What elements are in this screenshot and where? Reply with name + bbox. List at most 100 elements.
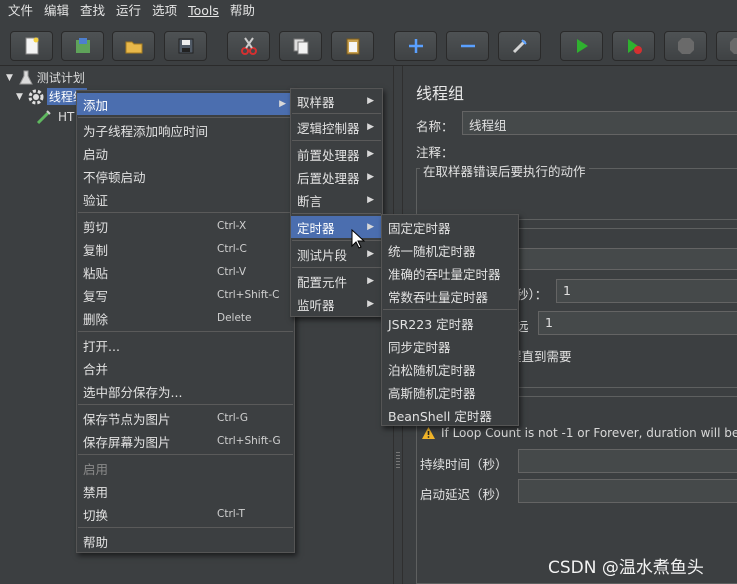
collapse-icon[interactable] — [446, 31, 489, 61]
menu-item-label: 高斯随机定时器 — [388, 385, 476, 401]
submenu-item-config-element[interactable]: 配置元件 ▶ — [291, 270, 382, 292]
menu-run[interactable]: 运行 — [112, 0, 148, 22]
duration-field[interactable] — [518, 449, 737, 473]
menu-item-label: 保存节点为图片 — [83, 411, 171, 427]
menu-item-start[interactable]: 启动 — [77, 142, 294, 164]
menu-item-save-node-as-image[interactable]: 保存节点为图片 Ctrl-G — [77, 407, 294, 429]
menu-item-help[interactable]: 帮助 — [77, 530, 294, 552]
expand-icon[interactable] — [394, 31, 437, 61]
menu-tools[interactable]: Tools — [184, 0, 226, 22]
timer-item-poisson-random[interactable]: 泊松随机定时器 — [382, 358, 518, 380]
menu-file[interactable]: 文件 — [4, 0, 40, 22]
timer-item-uniform-random[interactable]: 统一随机定时器 — [382, 239, 518, 261]
menu-item-save-screen-as-image[interactable]: 保存屏幕为图片 Ctrl+Shift-G — [77, 430, 294, 452]
timer-item-jsr223[interactable]: JSR223 定时器 — [382, 312, 518, 334]
timer-item-constant[interactable]: 固定定时器 — [382, 216, 518, 238]
submenu-arrow-icon: ▶ — [367, 276, 374, 286]
menu-item-paste[interactable]: 粘贴 Ctrl-V — [77, 261, 294, 283]
new-icon[interactable] — [10, 31, 53, 61]
error-action-legend: 在取样器错误后要执行的动作 — [420, 161, 589, 180]
gear-icon — [28, 89, 44, 104]
menu-separator — [292, 267, 381, 268]
ramp-up-field[interactable]: 1 — [556, 279, 737, 303]
menu-item-save-selection-as[interactable]: 选中部分保存为... — [77, 380, 294, 402]
menu-item-add-response-time[interactable]: 为子线程添加响应时间 — [77, 119, 294, 141]
menu-item-label: 统一随机定时器 — [388, 243, 476, 259]
name-field[interactable]: 线程组 — [462, 111, 737, 135]
open-icon[interactable] — [112, 31, 155, 61]
menu-edit[interactable]: 编辑 — [40, 0, 76, 22]
save-icon[interactable] — [164, 31, 207, 61]
stop-icon[interactable] — [664, 31, 707, 61]
submenu-item-assertion[interactable]: 断言 ▶ — [291, 189, 382, 211]
timer-item-precise-throughput[interactable]: 准确的吞吐量定时器 — [382, 262, 518, 284]
paste-icon[interactable] — [331, 31, 374, 61]
menu-item-label: 前置处理器 — [297, 147, 360, 163]
submenu-arrow-icon: ▶ — [367, 195, 374, 205]
menu-item-label: 固定定时器 — [388, 220, 451, 236]
menu-separator — [78, 117, 293, 118]
comment-field[interactable] — [456, 139, 737, 157]
menu-item-open[interactable]: 打开... — [77, 334, 294, 356]
submenu-arrow-icon: ▶ — [367, 299, 374, 309]
cut-icon[interactable] — [227, 31, 270, 61]
menu-item-start-no-pause[interactable]: 不停顿启动 — [77, 165, 294, 187]
menu-item-cut[interactable]: 剪切 Ctrl-X — [77, 215, 294, 237]
submenu-item-timer[interactable]: 定时器 ▶ — [291, 216, 382, 238]
menu-item-label: 启用 — [83, 461, 109, 477]
submenu-item-sampler[interactable]: 取样器 ▶ — [291, 90, 382, 112]
submenu-arrow-icon: ▶ — [367, 222, 374, 232]
menu-separator — [78, 331, 293, 332]
menu-item-copy[interactable]: 复制 Ctrl-C — [77, 238, 294, 260]
menu-item-label: 粘贴 — [83, 265, 109, 281]
menu-item-merge[interactable]: 合并 — [77, 357, 294, 379]
warning-icon — [422, 427, 435, 439]
expanded-arrow-icon[interactable]: ▼ — [6, 73, 13, 83]
timer-item-synchronizing[interactable]: 同步定时器 — [382, 335, 518, 357]
shortcut-label: Ctrl+Shift-G — [217, 435, 281, 447]
loop-count-field[interactable]: 1 — [538, 311, 737, 335]
menu-item-label: 删除 — [83, 311, 109, 327]
startup-delay-field[interactable] — [518, 479, 737, 503]
toggle-icon[interactable] — [498, 31, 541, 61]
submenu-arrow-icon: ▶ — [279, 99, 286, 109]
menu-item-add[interactable]: 添加 ▶ — [77, 93, 294, 115]
shutdown-icon[interactable] — [716, 31, 737, 61]
menu-options[interactable]: 选项 — [148, 0, 184, 22]
menu-item-duplicate[interactable]: 复写 Ctrl+Shift-C — [77, 284, 294, 306]
submenu-item-logic-controller[interactable]: 逻辑控制器 ▶ — [291, 116, 382, 138]
menu-item-delete[interactable]: 删除 Delete — [77, 307, 294, 329]
split-grip-icon[interactable] — [396, 452, 400, 468]
menu-bar: 文件 编辑 查找 运行 选项 Tools 帮助 — [0, 0, 737, 22]
tree-node-http-sampler[interactable]: HT — [36, 107, 74, 126]
menu-separator — [78, 212, 293, 213]
submenu-item-listener[interactable]: 监听器 ▶ — [291, 293, 382, 315]
submenu-item-test-fragment[interactable]: 测试片段 ▶ — [291, 243, 382, 265]
copy-icon[interactable] — [279, 31, 322, 61]
menu-separator — [78, 527, 293, 528]
shortcut-label: Ctrl-T — [217, 508, 245, 520]
timer-item-gaussian-random[interactable]: 高斯随机定时器 — [382, 381, 518, 403]
start-icon[interactable] — [560, 31, 603, 61]
shortcut-label: Delete — [217, 312, 252, 324]
menu-item-label: 常数吞吐量定时器 — [388, 289, 489, 305]
menu-item-enable: 启用 — [77, 457, 294, 479]
menu-item-validate[interactable]: 验证 — [77, 188, 294, 210]
menu-item-label: 后置处理器 — [297, 170, 360, 186]
menu-search[interactable]: 查找 — [76, 0, 112, 22]
menu-item-toggle[interactable]: 切换 Ctrl-T — [77, 503, 294, 525]
templates-icon[interactable] — [61, 31, 104, 61]
timer-item-beanshell[interactable]: BeanShell 定时器 — [382, 404, 518, 426]
timer-item-constant-throughput[interactable]: 常数吞吐量定时器 — [382, 285, 518, 307]
menu-help[interactable]: 帮助 — [226, 0, 262, 22]
scheduler-warning: If Loop Count is not -1 or Forever, dura… — [422, 426, 737, 440]
expanded-arrow-icon[interactable]: ▼ — [16, 92, 23, 102]
thread-count-field[interactable] — [516, 248, 737, 270]
tree-node-test-plan[interactable]: ▼ 测试计划 — [6, 68, 85, 87]
start-no-pause-icon[interactable] — [612, 31, 655, 61]
menu-item-disable[interactable]: 禁用 — [77, 480, 294, 502]
submenu-item-post-processor[interactable]: 后置处理器 ▶ — [291, 166, 382, 188]
menu-item-label: 同步定时器 — [388, 339, 451, 355]
submenu-item-pre-processor[interactable]: 前置处理器 ▶ — [291, 143, 382, 165]
menu-item-label: 配置元件 — [297, 274, 348, 290]
